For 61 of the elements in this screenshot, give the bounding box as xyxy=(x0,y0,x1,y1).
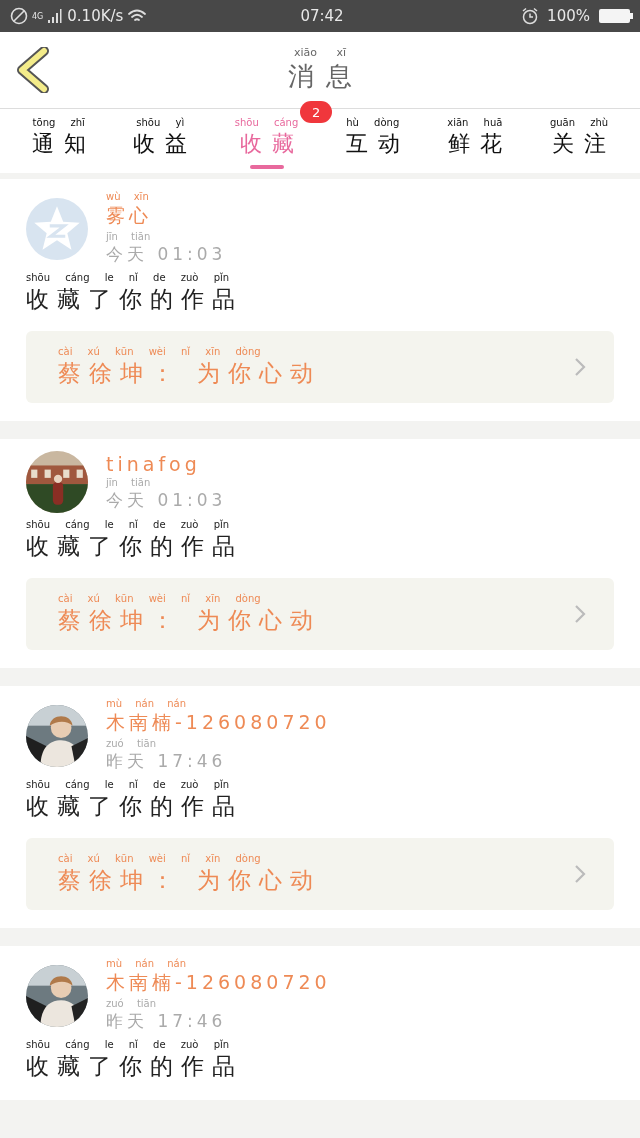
pinyin-annotation: xiān huā xyxy=(447,117,503,129)
quoted-work[interactable]: cài xú kūn wèi nǐ xīn dòng 蔡徐坤： 为你心动 xyxy=(26,331,614,403)
chevron-right-icon xyxy=(574,357,586,377)
tab-indicator xyxy=(249,165,284,169)
user-name[interactable]: tinafog xyxy=(106,452,201,475)
message-time: 今天 01:03 xyxy=(106,488,227,512)
tab[interactable]: 鲜花 xyxy=(447,129,512,159)
quoted-work[interactable]: cài xú kūn wèi nǐ xīn dòng 蔡徐坤： 为你心动 xyxy=(26,838,614,910)
pinyin-annotation: mù nán nán xyxy=(106,698,187,710)
message-text: 收藏了你的作品 xyxy=(26,1052,243,1081)
pinyin-annotation: guān zhù xyxy=(549,117,609,129)
network-type: 4G xyxy=(32,12,44,21)
work-title: 蔡徐坤： 为你心动 xyxy=(58,358,322,388)
count-badge: 2 xyxy=(300,101,333,123)
pinyin-annotation: jīn tiān xyxy=(106,231,151,243)
pinyin-annotation: hù dòng xyxy=(346,117,400,129)
message-text: 收藏了你的作品 xyxy=(26,532,243,561)
pinyin-annotation: zuó tiān xyxy=(106,738,157,750)
quoted-work[interactable]: cài xú kūn wèi nǐ xīn dòng 蔡徐坤： 为你心动 xyxy=(26,578,614,650)
work-title: 蔡徐坤： 为你心动 xyxy=(58,865,322,895)
tab[interactable]: 互动 xyxy=(345,129,410,159)
signal-icon xyxy=(47,8,64,24)
message-time: 昨天 17:46 xyxy=(106,1010,227,1033)
tab[interactable]: 关注 xyxy=(552,129,617,159)
network-speed: 0.10K/s xyxy=(67,7,124,25)
message-text: 收藏了你的作品 xyxy=(26,792,243,821)
message-text: 收藏了你的作品 xyxy=(26,285,243,314)
chevron-right-icon xyxy=(574,864,586,884)
battery-icon xyxy=(598,7,634,25)
pinyin-annotation: shōu cáng xyxy=(234,117,299,129)
alarm-icon xyxy=(521,7,540,25)
user-name[interactable]: 木南楠-126080720 xyxy=(106,710,331,736)
work-title: 蔡徐坤： 为你心动 xyxy=(58,605,322,635)
pinyin-annotation: wù xīn xyxy=(106,191,149,203)
tab[interactable]: 收益 xyxy=(133,129,198,159)
pinyin-annotation: cài xú kūn wèi nǐ xīn dòng xyxy=(58,592,261,605)
user-name[interactable]: 雾心 xyxy=(106,203,152,229)
wifi-icon xyxy=(127,8,148,24)
pinyin-annotation: shōu cáng le nǐ de zuò pǐn xyxy=(26,779,230,791)
chevron-right-icon xyxy=(574,604,586,624)
tab[interactable]: 收藏 xyxy=(239,129,304,159)
do-not-disturb-icon xyxy=(10,7,28,25)
pinyin-annotation: tōng zhī xyxy=(32,117,85,129)
pinyin-annotation: shōu cáng le nǐ de zuò pǐn xyxy=(26,272,230,284)
pinyin-annotation: jīn tiān xyxy=(106,476,151,489)
pinyin-annotation: cài xú kūn wèi nǐ xīn dòng xyxy=(58,345,261,358)
back-icon[interactable] xyxy=(16,47,50,93)
pinyin-annotation: mù nán nán xyxy=(106,958,187,970)
pinyin-annotation: shōu cáng le nǐ de zuò pǐn xyxy=(26,519,230,531)
page-title: 消息 xyxy=(288,59,364,93)
pinyin-annotation: cài xú kūn wèi nǐ xīn dòng xyxy=(58,852,261,865)
clock-time: 07:42 xyxy=(300,7,344,25)
pinyin-annotation: shōu yì xyxy=(136,117,185,129)
pinyin-annotation: zuó tiān xyxy=(106,998,157,1010)
pinyin-annotation: xiāo xī xyxy=(293,46,347,59)
pinyin-annotation: shōu cáng le nǐ de zuò pǐn xyxy=(26,1039,230,1051)
message-time: 昨天 17:46 xyxy=(106,750,227,773)
message-time: 今天 01:03 xyxy=(106,243,227,266)
tab[interactable]: 通知 xyxy=(31,129,96,159)
user-name[interactable]: 木南楠-126080720 xyxy=(106,970,331,996)
battery-percent: 100% xyxy=(547,7,590,25)
